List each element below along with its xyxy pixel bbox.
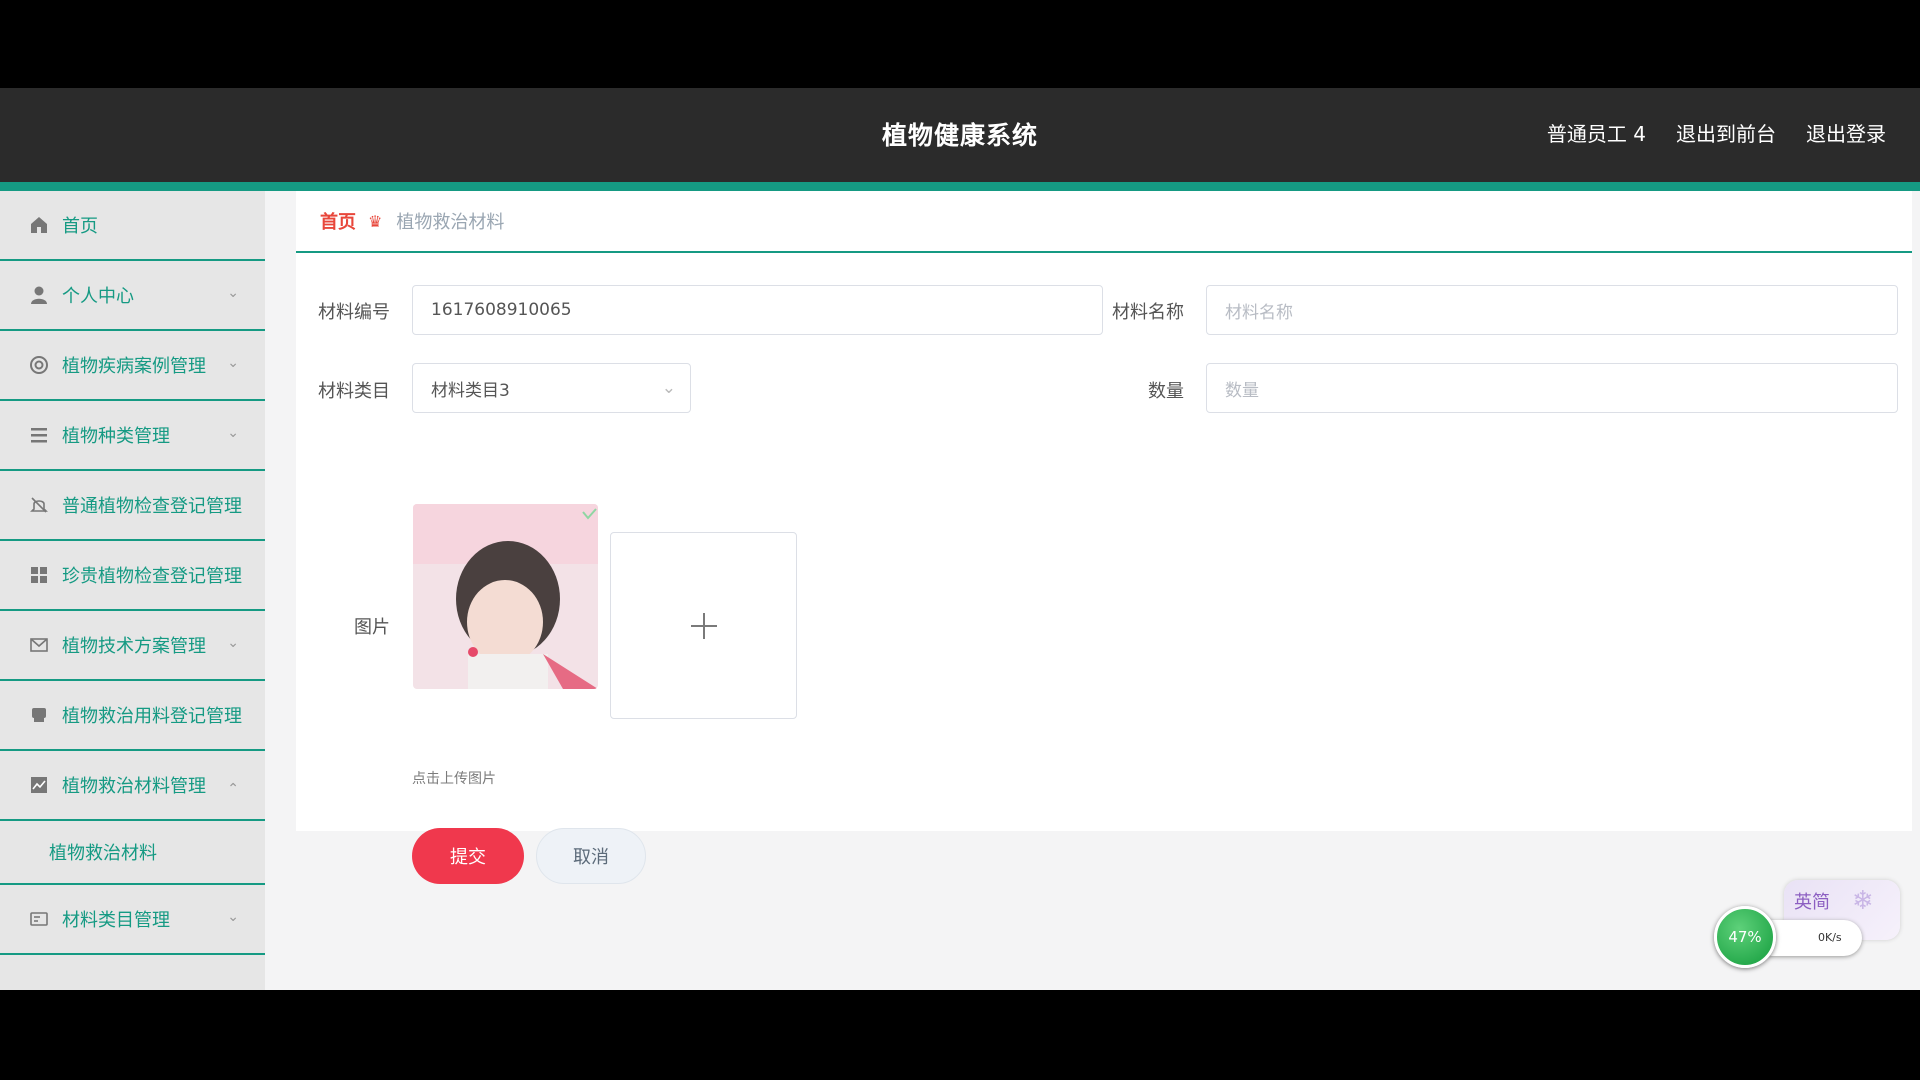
sidebar-item-label: 植物技术方案管理: [62, 636, 206, 657]
quantity-field[interactable]: 数量: [1206, 363, 1898, 413]
sidebar-item-label: 植物疾病案例管理: [62, 356, 206, 377]
main-content: 首页 ♛ 植物救治材料 材料编号 1617608910065 材料名称 材料名称…: [296, 191, 1912, 884]
image-label: 图片: [354, 617, 390, 638]
sidebar-item-rare-check[interactable]: 珍贵植物检查登记管理: [0, 541, 265, 611]
code-label: 材料编号: [318, 302, 390, 323]
sidebar-item-tech-plans[interactable]: 植物技术方案管理 ⌄: [0, 611, 265, 681]
sidebar-item-label: 植物种类管理: [62, 426, 170, 447]
breadcrumb: 首页 ♛ 植物救治材料: [296, 191, 1912, 253]
lifebuoy-icon: [28, 354, 50, 376]
crown-icon: ♛: [368, 211, 383, 231]
breadcrumb-home[interactable]: 首页: [320, 208, 356, 234]
sidebar-subitem-label: 植物救治材料: [49, 843, 157, 864]
sidebar-item-label: 普通植物检查登记管理: [62, 496, 242, 517]
sidebar-item-personal[interactable]: 个人中心 ⌄: [0, 261, 265, 331]
submit-button[interactable]: 提交: [412, 828, 524, 884]
sidebar-item-label: 植物救治用料登记管理: [62, 706, 242, 727]
sidebar-item-label: 个人中心: [62, 286, 134, 307]
sidebar-item-label: 珍贵植物检查登记管理: [62, 566, 242, 587]
chevron-down-icon: ⌄: [227, 635, 239, 651]
header-accent-bar: [0, 182, 1920, 191]
net-speed: 0K/s: [1818, 931, 1842, 944]
plus-icon: [690, 612, 717, 639]
top-bar: 植物健康系统 普通员工 4 退出到前台 退出登录: [0, 88, 1920, 182]
chevron-down-icon: ⌄: [661, 378, 676, 398]
category-label: 材料类目: [318, 381, 390, 402]
sidebar-subitem-rescue-materials[interactable]: 植物救治材料: [0, 821, 265, 885]
back-to-front-link[interactable]: 退出到前台: [1676, 118, 1776, 147]
printer-icon: [28, 704, 50, 726]
system-monitor-widget[interactable]: 英简 ❄ 0K/s 47%: [1714, 876, 1904, 968]
sidebar-item-label: 植物救治材料管理: [62, 776, 206, 797]
ime-label: 英简: [1794, 892, 1830, 913]
list-icon: [28, 424, 50, 446]
name-field[interactable]: 材料名称: [1206, 285, 1898, 335]
name-label: 材料名称: [1112, 302, 1184, 323]
chevron-down-icon: ⌄: [227, 355, 239, 371]
category-selected-value: 材料类目3: [431, 380, 510, 401]
sidebar-item-disease-cases[interactable]: 植物疾病案例管理 ⌄: [0, 331, 265, 401]
uploaded-image-thumbnail[interactable]: [413, 504, 598, 689]
category-select[interactable]: 材料类目3 ⌄: [412, 363, 691, 413]
sidebar-item-rescue-usage[interactable]: 植物救治用料登记管理: [0, 681, 265, 751]
sidebar-item-material-category[interactable]: 材料类目管理 ⌄: [0, 885, 265, 955]
bell-off-icon: [28, 494, 50, 516]
header-actions: 普通员工 4 退出到前台 退出登录: [1547, 118, 1886, 147]
chevron-down-icon: ⌄: [227, 425, 239, 441]
chevron-up-icon: ⌃: [227, 781, 239, 797]
mail-icon: [28, 634, 50, 656]
cpu-usage-ball[interactable]: 47%: [1714, 906, 1776, 968]
sidebar: 首页 个人中心 ⌄ 植物疾病案例管理 ⌄ 植物种类管理 ⌄ 普通植物检查登记管理…: [0, 191, 265, 990]
home-icon: [28, 214, 50, 236]
sidebar-item-home[interactable]: 首页: [0, 191, 265, 261]
id-card-icon: [28, 908, 50, 930]
app-window: 植物健康系统 普通员工 4 退出到前台 退出登录 首页 个人中心 ⌄ 植物疾病案…: [0, 88, 1920, 990]
logout-link[interactable]: 退出登录: [1806, 118, 1886, 147]
code-field[interactable]: 1617608910065: [412, 285, 1103, 335]
chart-icon: [28, 774, 50, 796]
image-upload-button[interactable]: [610, 532, 797, 719]
chevron-down-icon: ⌄: [227, 285, 239, 301]
quantity-label: 数量: [1148, 381, 1184, 402]
user-icon: [28, 284, 50, 306]
sidebar-item-plant-species[interactable]: 植物种类管理 ⌄: [0, 401, 265, 471]
sidebar-item-rescue-materials[interactable]: 植物救治材料管理 ⌃: [0, 751, 265, 821]
sidebar-item-label: 材料类目管理: [62, 910, 170, 931]
current-user[interactable]: 普通员工 4: [1547, 118, 1646, 147]
grid-icon: [28, 564, 50, 586]
sidebar-item-label: 首页: [62, 216, 98, 237]
snowflake-icon: ❄: [1852, 886, 1874, 916]
chevron-down-icon: ⌄: [227, 909, 239, 925]
breadcrumb-current: 植物救治材料: [396, 212, 505, 233]
sidebar-item-normal-check[interactable]: 普通植物检查登记管理: [0, 471, 265, 541]
upload-tip: 点击上传图片: [412, 771, 496, 787]
cancel-button[interactable]: 取消: [536, 828, 646, 884]
